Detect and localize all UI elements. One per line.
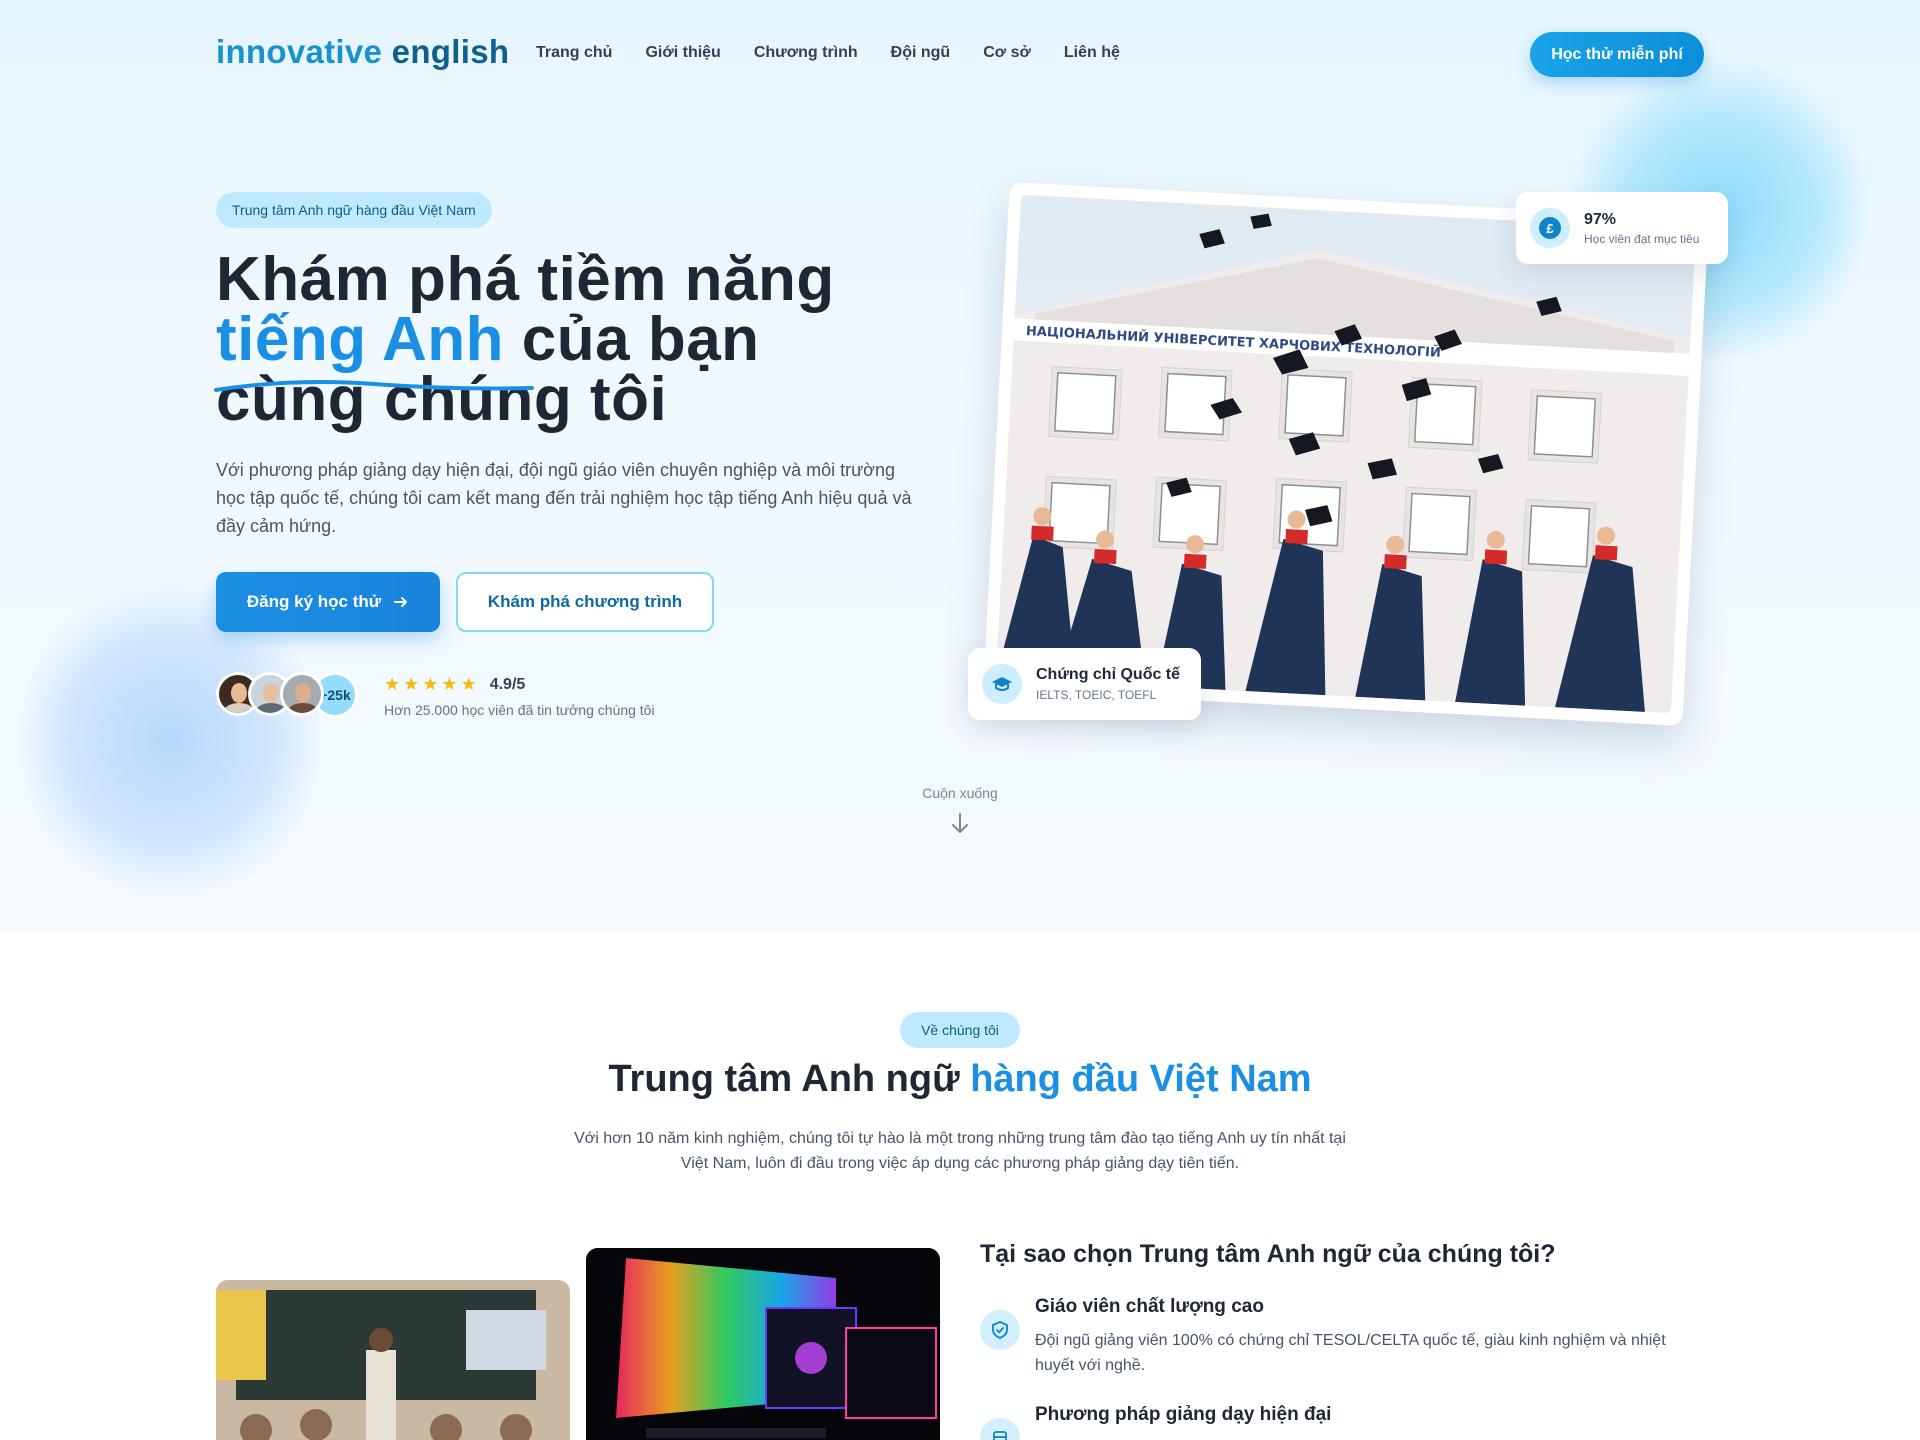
feature-description: Đội ngũ giảng viên 100% có chứng chỉ TES…: [1035, 1332, 1666, 1374]
certificate-title: Chứng chỉ Quốc tế: [1036, 666, 1181, 683]
scroll-down-label[interactable]: Cuộn xuống: [919, 785, 1001, 801]
feature-title: Phương pháp giảng dạy hiện đại: [1035, 1404, 1332, 1425]
avatar: [280, 672, 324, 716]
rating-value: 4.9/5: [489, 675, 526, 693]
logo-text-2: english: [382, 33, 510, 70]
book-icon: [980, 1418, 1020, 1440]
feature-item: Phương pháp giảng dạy hiện đại: [980, 1404, 1700, 1440]
title-underline-decor: [214, 380, 534, 392]
register-trial-label: Đăng ký học thử: [246, 592, 382, 611]
nav-item-about[interactable]: Giới thiệu: [645, 44, 720, 62]
logo[interactable]: innovative english: [216, 33, 509, 71]
logo-text-1: innovative: [216, 33, 383, 70]
rating-stars: ★ ★ ★ ★ ★ 4.9/5: [384, 674, 525, 695]
shield-check-icon: [980, 1310, 1020, 1350]
hero-title-line1: Khám phá tiềm năng: [216, 245, 835, 314]
certificate-subtitle: IELTS, TOEIC, TOEFL: [1036, 688, 1157, 702]
main-nav: Trang chủ Giới thiệu Chương trình Đội ng…: [536, 44, 1120, 62]
trust-text: Hơn 25.000 học viên đã tin tưởng chúng t…: [384, 702, 655, 718]
register-trial-button[interactable]: Đăng ký học thử: [216, 572, 440, 632]
star-icon: ★: [422, 674, 439, 694]
feature-title: Giáo viên chất lượng cao: [1035, 1296, 1264, 1317]
certificate-card: Chứng chỉ Quốc tế IELTS, TOEIC, TOEFL: [968, 648, 1201, 720]
nav-item-team[interactable]: Đội ngũ: [891, 44, 951, 62]
star-icon: ★: [384, 674, 401, 694]
star-icon: ★: [403, 674, 420, 694]
about-title-highlight: hàng đầu Việt Nam: [970, 1058, 1312, 1100]
hero-description: Với phương pháp giảng dạy hiện đại, đội …: [216, 460, 912, 536]
student-avatars: +25k: [216, 672, 358, 718]
graduation-photo: НАЦІОНАЛЬНИЙ УНІВЕРСИТЕТ ХАРЧОВИХ ТЕХНОЛ…: [995, 194, 1697, 714]
success-rate-value: 97%: [1584, 210, 1617, 228]
why-choose-title: Tại sao chọn Trung tâm Anh ngữ của chúng…: [980, 1240, 1556, 1268]
classroom-photo: [216, 1280, 570, 1440]
success-stat-card: £ 97% Học viên đạt mục tiêu: [1516, 192, 1728, 264]
arrow-down-icon[interactable]: [950, 812, 970, 836]
about-description: Với hơn 10 năm kinh nghiệm, chúng tôi tự…: [574, 1130, 1346, 1172]
hero-section: innovative english Trang chủ Giới thiệu …: [0, 0, 1920, 932]
graduation-cap-icon: [982, 664, 1022, 704]
success-icon: £: [1530, 208, 1570, 248]
computer-setup-photo: [586, 1248, 940, 1440]
about-title-text: Trung tâm Anh ngữ: [608, 1058, 971, 1100]
star-icon: ★: [460, 674, 477, 694]
nav-item-facilities[interactable]: Cơ sở: [983, 44, 1031, 62]
hero-title-highlight: tiếng Anh: [216, 305, 505, 374]
coin-icon: £: [1539, 217, 1561, 239]
nav-item-home[interactable]: Trang chủ: [536, 44, 612, 62]
about-title: Trung tâm Anh ngữ hàng đầu Việt Nam: [460, 1058, 1460, 1101]
success-rate-label: Học viên đạt mục tiêu: [1584, 231, 1700, 246]
nav-item-contact[interactable]: Liên hệ: [1064, 44, 1120, 62]
hero-badge: Trung tâm Anh ngữ hàng đầu Việt Nam: [216, 192, 492, 228]
hero-title: Khám phá tiềm năng tiếng Anh của bạn cùn…: [216, 249, 936, 431]
about-badge: Về chúng tôi: [900, 1012, 1020, 1048]
hero-title-line2: của bạn: [504, 305, 760, 374]
arrow-right-icon: [394, 597, 408, 607]
feature-item: Giáo viên chất lượng cao Đội ngũ giảng v…: [980, 1296, 1700, 1378]
free-trial-button[interactable]: Học thử miễn phí: [1530, 32, 1704, 77]
explore-programs-button[interactable]: Khám phá chương trình: [456, 572, 714, 632]
nav-item-programs[interactable]: Chương trình: [754, 44, 858, 62]
star-icon: ★: [441, 674, 458, 694]
